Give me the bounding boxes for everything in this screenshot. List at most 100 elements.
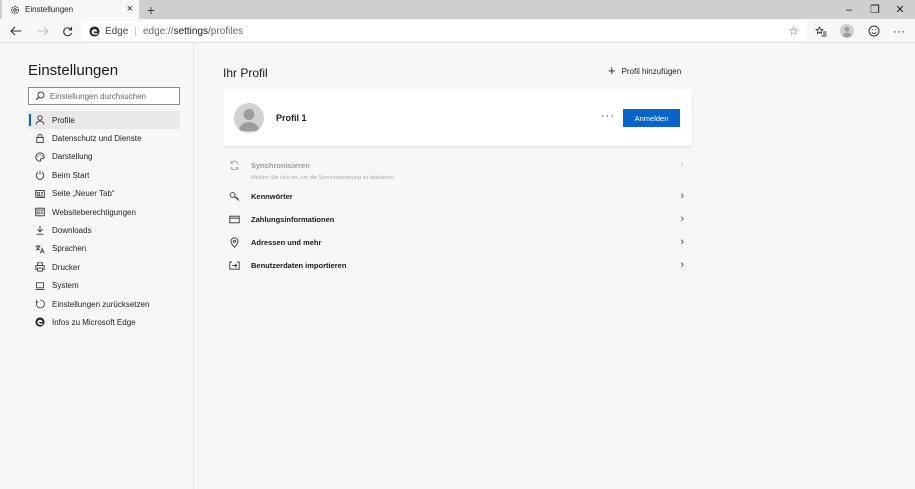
edge-logo-icon xyxy=(89,25,100,37)
back-button[interactable] xyxy=(8,23,24,39)
sidebar-item-startup[interactable]: Beim Start xyxy=(28,166,180,184)
sidebar-nav: Profile Datenschutz und Dienste Darstell… xyxy=(28,111,180,332)
addresses-row[interactable]: Adressen und mehr › xyxy=(223,231,692,254)
sidebar-item-reset[interactable]: Einstellungen zurücksetzen xyxy=(28,295,180,313)
laptop-icon xyxy=(35,281,45,291)
arrow-right-icon xyxy=(38,26,49,36)
credit-card-icon xyxy=(229,214,240,225)
printer-icon xyxy=(35,262,45,272)
sidebar-item-label: Drucker xyxy=(52,262,81,272)
import-row[interactable]: Benutzerdaten importieren › xyxy=(223,254,692,277)
search-input[interactable] xyxy=(49,91,179,101)
sidebar-item-label: Darstellung xyxy=(52,152,93,162)
profile-more-button[interactable]: ··· xyxy=(601,110,615,122)
search-icon xyxy=(35,91,45,101)
sync-icon xyxy=(229,160,240,171)
avatar-icon xyxy=(840,24,854,38)
sidebar-item-downloads[interactable]: Downloads xyxy=(28,221,180,239)
sidebar-item-label: Einstellungen zurücksetzen xyxy=(52,299,150,309)
download-icon xyxy=(35,225,45,235)
chevron-right-icon: › xyxy=(680,213,684,225)
chevron-right-icon: › xyxy=(680,190,684,202)
favorites-button[interactable] xyxy=(813,23,829,39)
sidebar-item-appearance[interactable]: Darstellung xyxy=(28,148,180,166)
sidebar-item-about[interactable]: Infos zu Microsoft Edge xyxy=(28,313,180,331)
power-icon xyxy=(35,170,45,180)
page-title: Ihr Profil xyxy=(223,66,268,80)
plus-icon: + xyxy=(608,63,616,78)
more-icon: ··· xyxy=(893,24,905,38)
sidebar-item-new-tab-page[interactable]: Seite „Neuer Tab“ xyxy=(28,185,180,203)
url-host: settings xyxy=(173,25,209,37)
close-window-button[interactable]: ✕ xyxy=(885,0,915,19)
sidebar-item-system[interactable]: System xyxy=(28,277,180,295)
new-tab-button[interactable]: + xyxy=(144,0,158,19)
site-permissions-icon xyxy=(35,207,45,217)
sidebar-item-label: Profile xyxy=(52,115,75,125)
avatar xyxy=(234,103,264,133)
sidebar-item-label: Sprachen xyxy=(52,244,87,254)
sidebar-item-site-permissions[interactable]: Websiteberechtigungen xyxy=(28,203,180,221)
forward-button[interactable] xyxy=(35,23,51,39)
profile-settings-list: Synchronisieren Melden Sie sich an, um d… xyxy=(223,156,692,277)
signin-button[interactable]: Anmelden xyxy=(623,109,680,127)
new-tab-page-icon xyxy=(35,189,45,199)
url-path: /profiles xyxy=(208,25,244,37)
favorites-list-icon xyxy=(815,25,827,36)
sidebar-item-label: Datenschutz und Dienste xyxy=(52,134,142,144)
toolbar: Edge | edge://settings/profiles ☆ ··· xyxy=(0,19,915,43)
sidebar-item-label: Beim Start xyxy=(52,170,90,180)
payment-label: Zahlungsinformationen xyxy=(251,215,335,224)
sidebar-item-privacy[interactable]: Datenschutz und Dienste xyxy=(28,129,180,147)
sidebar-item-languages[interactable]: Sprachen xyxy=(28,240,180,258)
site-label: Edge xyxy=(105,25,129,37)
chevron-right-icon: › xyxy=(680,236,684,248)
reset-icon xyxy=(35,299,45,309)
person-icon xyxy=(35,115,45,125)
import-label: Benutzerdaten importieren xyxy=(251,261,347,270)
sidebar-item-printers[interactable]: Drucker xyxy=(28,258,180,276)
menu-button[interactable]: ··· xyxy=(891,23,907,39)
feedback-button[interactable] xyxy=(866,23,882,39)
addresses-label: Adressen und mehr xyxy=(251,238,322,247)
profile-card: Profil 1 ··· Anmelden xyxy=(223,90,692,146)
sidebar: Einstellungen Profile Datenschutz und Di… xyxy=(0,43,194,489)
sidebar-title: Einstellungen xyxy=(28,62,119,79)
refresh-button[interactable] xyxy=(59,23,75,39)
palette-icon xyxy=(35,152,45,162)
language-icon xyxy=(35,244,45,254)
chevron-right-icon: › xyxy=(680,159,684,171)
refresh-icon xyxy=(62,26,72,36)
location-pin-icon xyxy=(229,237,240,248)
profile-name: Profil 1 xyxy=(276,113,307,123)
key-icon xyxy=(229,191,240,202)
tab-title: Einstellungen xyxy=(25,5,74,14)
profile-button[interactable] xyxy=(839,23,855,39)
smiley-icon xyxy=(868,25,880,37)
sync-label: Synchronisieren xyxy=(251,161,310,170)
favorite-star-icon[interactable]: ☆ xyxy=(788,24,799,38)
sidebar-item-label: System xyxy=(52,281,79,291)
address-bar[interactable]: Edge | edge://settings/profiles ☆ xyxy=(82,21,806,41)
passwords-row[interactable]: Kennwörter › xyxy=(223,185,692,208)
tab-strip: Einstellungen × + – ❐ ✕ xyxy=(0,0,915,19)
url-text: edge://settings/profiles xyxy=(143,26,243,37)
address-separator: | xyxy=(134,25,137,37)
lock-icon xyxy=(35,133,45,144)
add-profile-label: Profil hinzufügen xyxy=(621,66,682,76)
settings-search[interactable] xyxy=(28,87,180,105)
passwords-label: Kennwörter xyxy=(251,192,293,201)
sync-description: Melden Sie sich an, um die Synchronisier… xyxy=(251,175,395,181)
sync-row[interactable]: Synchronisieren Melden Sie sich an, um d… xyxy=(223,156,692,185)
payment-row[interactable]: Zahlungsinformationen › xyxy=(223,208,692,231)
edge-logo-icon xyxy=(35,317,45,327)
tab-settings[interactable]: Einstellungen × xyxy=(2,0,139,19)
add-profile-button[interactable]: + Profil hinzufügen xyxy=(608,63,682,78)
sidebar-item-label: Websiteberechtigungen xyxy=(52,207,136,217)
url-prefix: edge:// xyxy=(142,25,174,37)
sidebar-item-profile[interactable]: Profile xyxy=(28,111,180,130)
gear-icon xyxy=(10,5,20,15)
sidebar-item-label: Downloads xyxy=(52,226,92,236)
chevron-right-icon: › xyxy=(680,259,684,271)
tab-close-icon[interactable]: × xyxy=(127,3,133,15)
